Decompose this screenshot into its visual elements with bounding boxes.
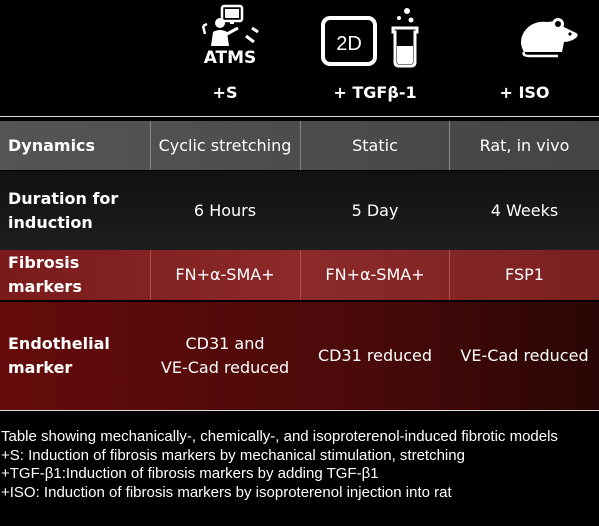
row-label-duration: Duration for induction xyxy=(0,171,150,250)
2d-label: 2D xyxy=(336,33,362,55)
row-label-endothelial: Endothelial marker xyxy=(0,302,150,410)
row-label-endothelial-line1: Endothelial xyxy=(8,334,110,353)
table-top-rule xyxy=(0,116,599,117)
column-header-tgf: + TGFβ-1 xyxy=(333,83,417,102)
row-label-duration-line2: induction xyxy=(8,212,93,232)
cell-fibrosis-iso: FSP1 xyxy=(505,265,544,284)
column-header-iso: + ISO xyxy=(499,83,550,102)
caption-line-3: +TGF-β1:Induction of fibrosis markers by… xyxy=(1,465,379,482)
cell-fibrosis-s: FN+α-SMA+ xyxy=(175,265,275,284)
atms-label: ATMS xyxy=(203,48,257,68)
cell-duration-iso: 4 Weeks xyxy=(490,200,559,220)
row-label-fibrosis-markers: Fibrosis markers xyxy=(8,253,82,296)
column-header-row: +S + TGFβ-1 + ISO xyxy=(0,76,599,110)
cell-endothelial-s-line1: CD31 and xyxy=(185,334,265,353)
table-row-fibrosis-markers: Fibrosis markers FN+α-SMA+ FN+α-SMA+ FSP… xyxy=(0,250,599,300)
cell-duration-tgf: 5 Day xyxy=(351,200,399,220)
table-row-duration: Duration for induction 6 Hours 5 Day 4 W… xyxy=(0,171,599,250)
table-row-endothelial-marker: Endothelial marker CD31 and VE-Cad reduc… xyxy=(0,302,599,410)
flask-icon xyxy=(385,6,425,72)
cell-duration-s: 6 Hours xyxy=(193,200,257,220)
cell-dynamics-tgf: Static xyxy=(352,135,398,155)
cell-fibrosis-tgf: FN+α-SMA+ xyxy=(325,265,425,284)
row-label-duration-line1: Duration for xyxy=(8,188,119,208)
cell-endothelial-tgf: CD31 reduced xyxy=(317,346,433,365)
icon-header: ATMS 2D xyxy=(0,0,599,75)
table-row-dynamics: Dynamics Cyclic stretching Static Rat, i… xyxy=(0,121,599,170)
table-caption: Table showing mechanically-, chemically-… xyxy=(1,428,597,502)
scientist-with-computer-icon xyxy=(200,2,264,52)
cell-dynamics-s: Cyclic stretching xyxy=(158,135,292,155)
caption-line-1: Table showing mechanically-, chemically-… xyxy=(1,428,558,445)
row-label-endothelial-line2: marker xyxy=(8,358,73,377)
cell-dynamics-iso: Rat, in vivo xyxy=(479,135,570,155)
caption-line-4: +ISO: Induction of fibrosis markers by i… xyxy=(1,483,452,501)
cell-endothelial-s: CD31 and VE-Cad reduced xyxy=(150,302,300,410)
2d-culture-icon: 2D xyxy=(321,16,379,72)
rat-icon xyxy=(518,12,584,62)
caption-line-2: +S: Induction of fibrosis markers by mec… xyxy=(1,446,465,464)
cell-endothelial-iso: VE-Cad reduced xyxy=(460,346,589,365)
table-bottom-rule xyxy=(0,410,599,411)
row-label-dynamics: Dynamics xyxy=(8,135,96,155)
cell-endothelial-s-line2: VE-Cad reduced xyxy=(160,358,290,377)
column-header-s: +S xyxy=(212,83,238,102)
